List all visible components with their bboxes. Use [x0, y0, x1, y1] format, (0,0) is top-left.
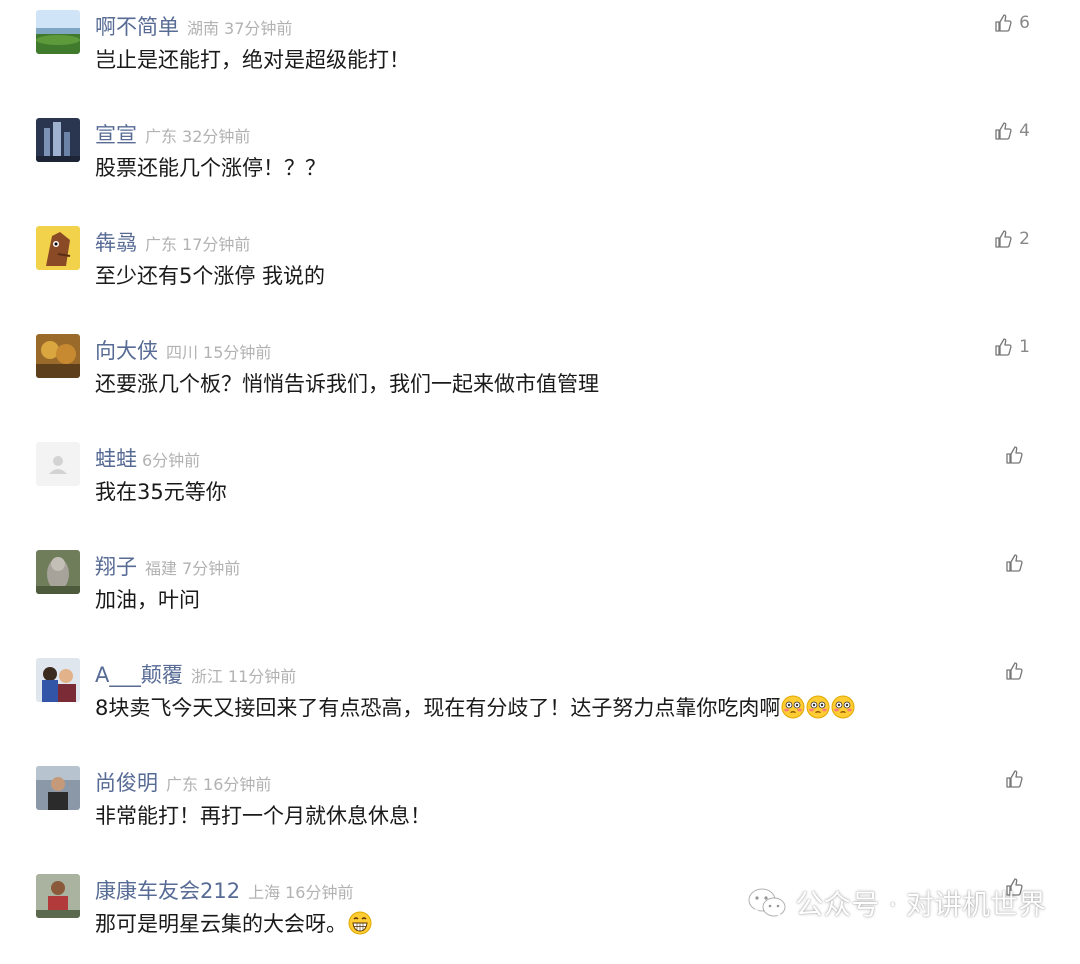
like-button[interactable]: 2: [993, 229, 1030, 249]
nickname[interactable]: A___颠覆: [95, 659, 183, 689]
avatar[interactable]: [36, 550, 80, 594]
flushed-face-emoji: [781, 695, 805, 719]
like-button[interactable]: [1004, 661, 1024, 681]
comment-text: 岂止是还能打，绝对是超级能打！: [95, 48, 410, 72]
comment-text: 非常能打！再打一个月就休息休息！: [95, 804, 431, 828]
comment-item: 蛙蛙 6分钟前 我在35元等你: [0, 432, 1080, 532]
thumbs-up-icon: [1006, 662, 1023, 680]
like-button[interactable]: [1004, 553, 1024, 573]
thumbs-up-icon: [995, 230, 1012, 248]
like-count: 4: [1019, 121, 1030, 141]
region-label: 广东: [166, 775, 199, 794]
comment-text: 那可是明星云集的大会呀。: [95, 909, 372, 939]
nickname[interactable]: 宣宣: [95, 119, 137, 149]
region-label: 四川: [166, 343, 199, 362]
thumbs-up-icon: [1006, 770, 1023, 788]
nickname[interactable]: 蛙蛙: [95, 443, 137, 473]
comment-text: 至少还有5个涨停 我说的: [95, 264, 326, 288]
comment-meta: 翔子 福建 7分钟前: [95, 551, 240, 579]
nickname[interactable]: 向大侠: [95, 335, 158, 365]
nickname[interactable]: 啊不简单: [95, 11, 179, 41]
comment-item: 尚俊明 广东 16分钟前 非常能打！再打一个月就休息休息！: [0, 756, 1080, 856]
comment-item: 宣宣 广东 32分钟前 股票还能几个涨停！？？ 4: [0, 108, 1080, 208]
region-label: 广东: [145, 127, 178, 146]
avatar[interactable]: [36, 10, 80, 54]
comment-meta: 犇骉 广东 17分钟前: [95, 227, 250, 255]
timestamp: 7分钟前: [182, 559, 241, 578]
flushed-face-emoji: [806, 695, 830, 719]
timestamp: 32分钟前: [182, 127, 251, 146]
thumbs-up-icon: [995, 14, 1012, 32]
comment-text: 还要涨几个板？悄悄告诉我们，我们一起来做市值管理: [95, 372, 599, 396]
nickname[interactable]: 犇骉: [95, 227, 137, 257]
like-button[interactable]: [1004, 769, 1024, 789]
region-label: 福建: [145, 559, 178, 578]
comment-text-body: 8块卖飞今天又接回来了有点恐高，现在有分歧了！达子努力点靠你吃肉啊: [95, 696, 781, 720]
comment-item: 啊不简单 湖南 37分钟前 岂止是还能打，绝对是超级能打！ 6: [0, 0, 1080, 100]
avatar[interactable]: [36, 874, 80, 918]
like-button[interactable]: 6: [993, 13, 1030, 33]
watermark: 公众号 · 对讲机世界: [747, 883, 1046, 923]
comment-meta: 尚俊明 广东 16分钟前: [95, 767, 271, 795]
comment-meta: 蛙蛙 6分钟前: [95, 443, 200, 471]
avatar[interactable]: [36, 766, 80, 810]
avatar[interactable]: [36, 334, 80, 378]
region-label: 广东: [145, 235, 178, 254]
thumbs-up-icon: [1006, 446, 1023, 464]
wechat-logo-icon: [748, 888, 786, 918]
comment-text: 我在35元等你: [95, 480, 227, 504]
avatar[interactable]: [36, 442, 80, 486]
comment-meta: 康康车友会212 上海 16分钟前: [95, 875, 353, 903]
like-count: 1: [1019, 337, 1030, 357]
comment-item: A___颠覆 浙江 11分钟前 8块卖飞今天又接回来了有点恐高，现在有分歧了！达…: [0, 648, 1080, 748]
comment-meta: A___颠覆 浙江 11分钟前: [95, 659, 296, 687]
like-count: 2: [1019, 229, 1030, 249]
comment-list: 啊不简单 湖南 37分钟前 岂止是还能打，绝对是超级能打！ 6 宣宣 广东 32…: [0, 0, 1080, 949]
timestamp: 6分钟前: [142, 451, 201, 470]
grinning-face-emoji: [348, 911, 372, 935]
nickname[interactable]: 康康车友会212: [95, 875, 240, 905]
region-label: 湖南: [187, 19, 220, 38]
watermark-text: 公众号 · 对讲机世界: [795, 888, 1046, 921]
nickname[interactable]: 翔子: [95, 551, 137, 581]
comment-text: 股票还能几个涨停！？？: [95, 156, 326, 180]
comment-item: 犇骉 广东 17分钟前 至少还有5个涨停 我说的 2: [0, 216, 1080, 316]
avatar[interactable]: [36, 226, 80, 270]
comment-text: 8块卖飞今天又接回来了有点恐高，现在有分歧了！达子努力点靠你吃肉啊: [95, 693, 855, 723]
flushed-face-emoji: [831, 695, 855, 719]
comment-item: 翔子 福建 7分钟前 加油，叶问: [0, 540, 1080, 640]
timestamp: 17分钟前: [182, 235, 251, 254]
thumbs-up-icon: [995, 338, 1012, 356]
like-count: 6: [1019, 13, 1030, 33]
avatar[interactable]: [36, 658, 80, 702]
comment-text-body: 那可是明星云集的大会呀。: [95, 912, 347, 936]
timestamp: 37分钟前: [224, 19, 293, 38]
timestamp: 11分钟前: [227, 667, 297, 686]
comment-text: 加油，叶问: [95, 588, 200, 612]
like-button[interactable]: [1004, 445, 1024, 465]
comment-meta: 宣宣 广东 32分钟前: [95, 119, 250, 147]
region-label: 浙江: [190, 667, 223, 686]
comment-meta: 向大侠 四川 15分钟前: [95, 335, 271, 363]
avatar[interactable]: [36, 118, 80, 162]
comment-meta: 啊不简单 湖南 37分钟前: [95, 11, 292, 39]
timestamp: 16分钟前: [285, 883, 354, 902]
like-button[interactable]: 1: [993, 337, 1030, 357]
like-button[interactable]: 4: [993, 121, 1030, 141]
nickname[interactable]: 尚俊明: [95, 767, 158, 797]
timestamp: 16分钟前: [203, 775, 272, 794]
thumbs-up-icon: [1006, 554, 1023, 572]
timestamp: 15分钟前: [203, 343, 272, 362]
thumbs-up-icon: [995, 122, 1012, 140]
comment-item: 向大侠 四川 15分钟前 还要涨几个板？悄悄告诉我们，我们一起来做市值管理 1: [0, 324, 1080, 424]
region-label: 上海: [248, 883, 281, 902]
